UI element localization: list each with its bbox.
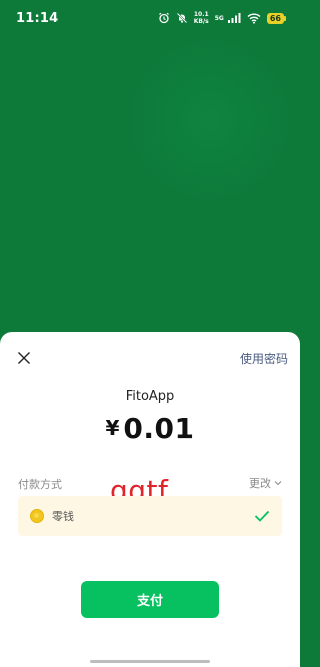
network-speed: 10.1 KB/s: [194, 11, 209, 25]
payment-method-label: 付款方式: [18, 478, 62, 491]
status-time: 11:14: [16, 10, 59, 26]
network-speed-value: 10.1: [193, 11, 209, 18]
home-indicator[interactable]: [90, 660, 210, 663]
close-button[interactable]: [14, 348, 34, 368]
payment-sheet: 使用密码 FitoApp ¥0.01 付款方式 更改 qqtf 零钱 支付: [0, 332, 300, 667]
chevron-down-icon: [274, 481, 282, 486]
coin-icon: [30, 509, 44, 523]
alarm-icon: [158, 12, 170, 24]
battery-level: 66: [266, 12, 284, 24]
payment-amount: ¥0.01: [0, 412, 300, 445]
currency-symbol: ¥: [105, 416, 120, 440]
checkmark-icon: [254, 510, 270, 522]
change-payment-method-link[interactable]: 更改: [249, 475, 282, 491]
status-bar: 11:14 10.1 KB/s 5G 66: [0, 0, 300, 36]
payment-option-balance[interactable]: 零钱: [18, 496, 282, 536]
close-icon: [18, 352, 30, 364]
pay-button[interactable]: 支付: [81, 581, 219, 618]
payment-option-label: 零钱: [52, 510, 74, 523]
status-icons: 10.1 KB/s 5G 66: [158, 11, 286, 25]
battery-tip: [284, 15, 286, 21]
network-type-label: 5G: [214, 14, 224, 22]
wifi-icon: [247, 12, 261, 24]
use-password-link[interactable]: 使用密码: [240, 350, 288, 367]
change-label: 更改: [249, 477, 271, 490]
merchant-name: FitoApp: [125, 389, 175, 404]
battery-icon: 66: [266, 12, 286, 24]
amount-value: 0.01: [123, 412, 195, 445]
network-speed-unit: KB/s: [193, 18, 209, 25]
mute-bell-icon: [176, 12, 188, 24]
signal-icon: [227, 12, 241, 24]
